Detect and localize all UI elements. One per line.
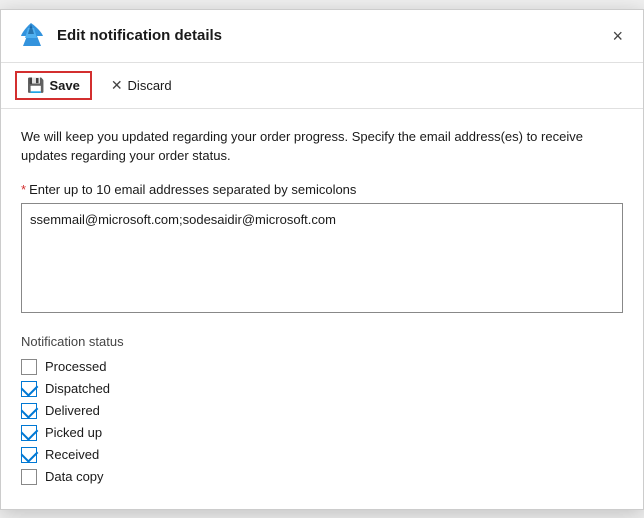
dialog-title: Edit notification details <box>57 27 222 44</box>
checkbox-item-delivered: Delivered <box>21 403 623 419</box>
save-icon: 💾 <box>27 77 44 94</box>
discard-button[interactable]: ✕ Discard <box>100 72 183 99</box>
label-data-copy[interactable]: Data copy <box>45 469 104 484</box>
dialog-body: We will keep you updated regarding your … <box>1 109 643 509</box>
label-picked-up[interactable]: Picked up <box>45 425 102 440</box>
save-button[interactable]: 💾 Save <box>15 71 92 100</box>
checkbox-item-processed: Processed <box>21 359 623 375</box>
label-delivered[interactable]: Delivered <box>45 403 100 418</box>
toolbar: 💾 Save ✕ Discard <box>1 63 643 109</box>
label-dispatched[interactable]: Dispatched <box>45 381 110 396</box>
label-received[interactable]: Received <box>45 447 99 462</box>
checkbox-item-picked-up: Picked up <box>21 425 623 441</box>
checkbox-picked-up[interactable] <box>21 425 37 441</box>
label-processed[interactable]: Processed <box>45 359 106 374</box>
checkbox-processed[interactable] <box>21 359 37 375</box>
discard-icon: ✕ <box>111 77 123 94</box>
checkbox-item-received: Received <box>21 447 623 463</box>
azure-icon <box>15 20 47 52</box>
checkbox-data-copy[interactable] <box>21 469 37 485</box>
checkbox-received[interactable] <box>21 447 37 463</box>
checkbox-dispatched[interactable] <box>21 381 37 397</box>
email-textarea[interactable]: ssemmail@microsoft.com;sodesaidir@micros… <box>21 203 623 313</box>
save-label: Save <box>49 78 79 93</box>
description-text: We will keep you updated regarding your … <box>21 127 623 166</box>
close-button[interactable]: × <box>606 25 629 47</box>
checkbox-item-dispatched: Dispatched <box>21 381 623 397</box>
dialog-title-area: Edit notification details <box>15 20 222 52</box>
discard-label: Discard <box>128 78 172 93</box>
dialog-header: Edit notification details × <box>1 10 643 63</box>
required-indicator: * <box>21 182 26 197</box>
edit-notification-dialog: Edit notification details × 💾 Save ✕ Dis… <box>0 9 644 510</box>
notification-status-title: Notification status <box>21 334 623 349</box>
notification-section: Notification status Processed Dispatched… <box>21 334 623 485</box>
checkbox-delivered[interactable] <box>21 403 37 419</box>
email-field-label: *Enter up to 10 email addresses separate… <box>21 182 623 197</box>
checkbox-item-data-copy: Data copy <box>21 469 623 485</box>
